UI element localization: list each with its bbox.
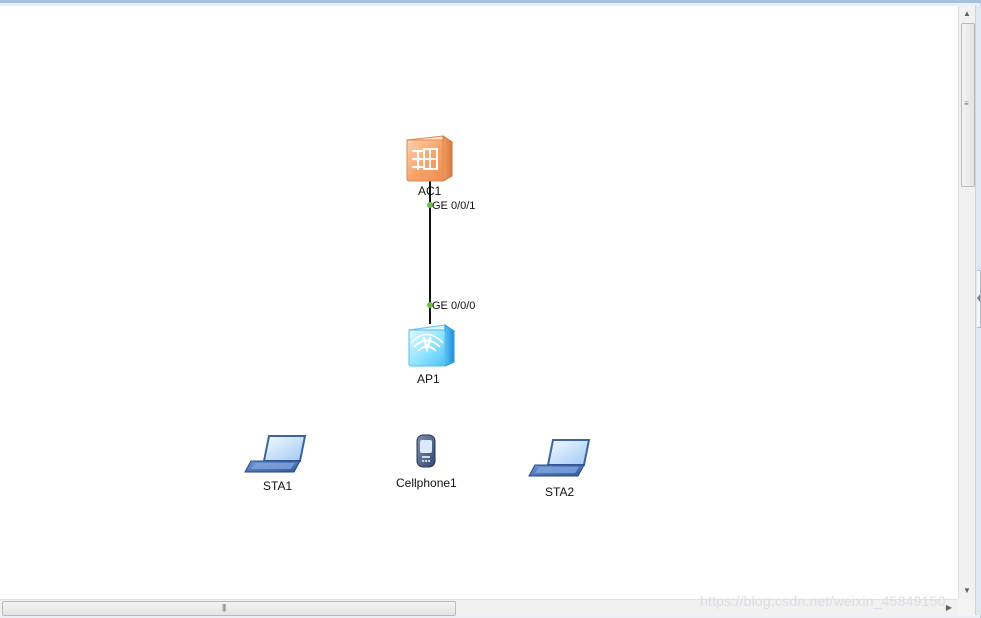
- access-controller-icon: [405, 135, 454, 182]
- laptop-icon: [528, 439, 591, 477]
- ap1-node[interactable]: [407, 324, 456, 367]
- ac1-node[interactable]: [405, 135, 454, 182]
- topology-drawing: [244, 135, 591, 477]
- ap1-port-label: GE 0/0/0: [432, 300, 476, 312]
- vertical-scrollbar[interactable]: ▲ ≡ ▼: [958, 6, 976, 599]
- sta1-node[interactable]: [244, 435, 307, 473]
- right-edge-handle[interactable]: [975, 6, 981, 615]
- sta2-label: STA2: [545, 485, 575, 499]
- ac1-port-label: GE 0/0/1: [432, 200, 476, 212]
- scroll-up-icon[interactable]: ▲: [959, 6, 975, 22]
- ac1-label: AC1: [418, 184, 442, 198]
- collapse-handle-icon[interactable]: [977, 270, 981, 328]
- scrollbar-corner: [958, 599, 975, 616]
- access-point-icon: [407, 324, 456, 367]
- sta2-node[interactable]: [528, 439, 591, 477]
- scrollbar-grip-icon: ≡: [964, 99, 969, 108]
- cellphone1-node[interactable]: [416, 434, 436, 468]
- scrollbar-grip-icon: |||: [222, 603, 226, 612]
- laptop-icon: [244, 435, 307, 473]
- vertical-scrollbar-thumb[interactable]: ≡: [961, 23, 975, 187]
- scroll-down-icon[interactable]: ▼: [959, 583, 975, 599]
- topology-canvas[interactable]: AC1 GE 0/0/1 GE 0/0/0 AP1 STA1 Cellphone…: [0, 6, 958, 599]
- ap1-label: AP1: [417, 372, 440, 386]
- watermark: https://blog.csdn.net/weixin_45849150: [700, 593, 946, 609]
- sta1-label: STA1: [263, 479, 293, 493]
- horizontal-scrollbar-thumb[interactable]: |||: [2, 601, 456, 616]
- cellphone-icon: [416, 434, 436, 468]
- cellphone1-label: Cellphone1: [396, 476, 457, 490]
- topology-window: AC1 GE 0/0/1 GE 0/0/0 AP1 STA1 Cellphone…: [0, 0, 981, 618]
